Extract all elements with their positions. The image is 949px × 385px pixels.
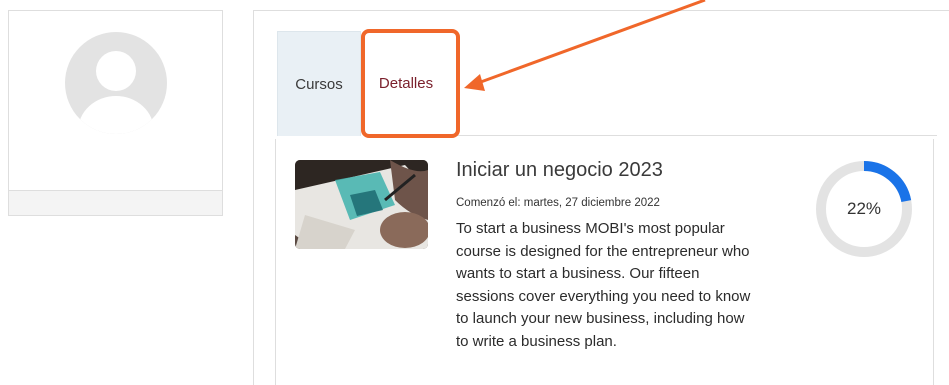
tab-detalles-label: Detalles <box>378 75 434 92</box>
course-progress-label: 22% <box>846 199 882 218</box>
course-start-date: Comenzó el: martes, 27 diciembre 2022 <box>456 197 660 209</box>
tabs-bar: Cursos Detalles <box>277 31 937 136</box>
profile-card <box>8 10 223 216</box>
tab-cursos-label: Cursos <box>295 75 343 93</box>
course-thumbnail[interactable] <box>295 160 428 249</box>
avatar-body-shape <box>78 96 154 134</box>
course-description: To start a business MOBI's most popular … <box>456 220 751 350</box>
tab-cursos[interactable]: Cursos <box>277 31 361 136</box>
course-thumbnail-image <box>295 160 428 249</box>
avatar-head-shape <box>96 51 136 91</box>
tab-detalles[interactable]: Detalles <box>361 31 451 136</box>
profile-card-footer <box>9 190 222 215</box>
avatar-area <box>9 11 222 191</box>
default-user-avatar-icon <box>65 32 167 134</box>
course-title[interactable]: Iniciar un negocio 2023 <box>456 159 663 182</box>
